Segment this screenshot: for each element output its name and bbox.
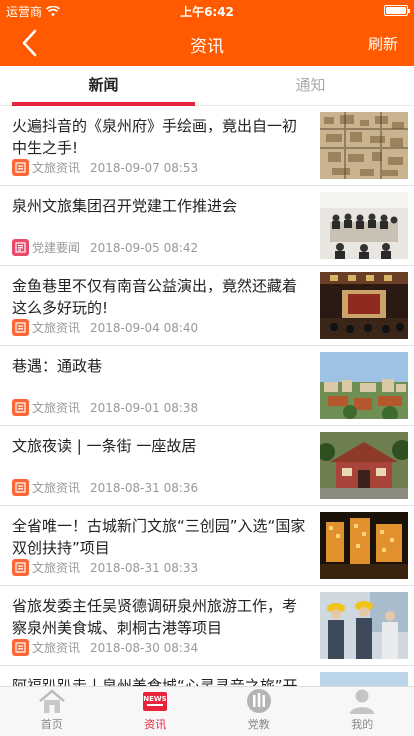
- news-title: 巷遇：通政巷: [12, 357, 103, 375]
- status-bar: 运营商 上午6:42: [0, 0, 414, 20]
- refresh-button[interactable]: 刷新: [368, 33, 398, 54]
- news-date: 2018-08-31 08:36: [90, 480, 199, 495]
- party-news-icon: [12, 239, 29, 256]
- news-category: 文旅资讯: [32, 561, 81, 575]
- news-thumbnail: [320, 672, 408, 686]
- news-date: 2018-09-04 08:40: [90, 320, 199, 335]
- news-item[interactable]: 火遍抖音的《泉州府》手绘画，竟出自一初中生之手! 文旅资讯 2018-09-07 0…: [0, 106, 414, 186]
- news-date: 2018-08-30 08:34: [90, 640, 199, 655]
- page-title: 资讯: [190, 37, 224, 57]
- news-title: 泉州文旅集团召开党建工作推进会: [12, 197, 238, 215]
- news-title: 文旅夜读 | 一条街 一座故居: [12, 437, 197, 455]
- news-thumbnail: [320, 512, 408, 579]
- news-item[interactable]: 巷遇：通政巷文旅资讯 2018-09-01 08:38: [0, 346, 414, 426]
- news-meta: 文旅资讯 2018-08-30 08:34: [12, 639, 198, 656]
- news-meta: 党建要闻 2018-09-05 08:42: [12, 239, 198, 256]
- news-category: 文旅资讯: [32, 641, 81, 655]
- news-meta: 文旅资讯 2018-09-04 08:40: [12, 319, 198, 336]
- news-title: 全省唯一！古城新门文旅“三创园”入选“国家双创扶持”项目: [12, 517, 306, 557]
- tab-notice[interactable]: 通知: [207, 66, 414, 105]
- news-date: 2018-09-05 08:42: [90, 240, 199, 255]
- content-tabs: 新闻 通知: [0, 66, 414, 106]
- news-title: 火遍抖音的《泉州府》手绘画，竟出自一初中生之手!: [12, 117, 298, 157]
- home-icon: [37, 687, 67, 715]
- bottom-tab-me[interactable]: 我的: [311, 687, 414, 736]
- bottom-tab-party[interactable]: 党教: [207, 687, 311, 736]
- bottom-tab-home[interactable]: 首页: [0, 687, 104, 736]
- culture-news-icon: [12, 559, 29, 576]
- svg-text:NEWS: NEWS: [144, 695, 167, 703]
- party-icon: [244, 687, 274, 715]
- tab-news[interactable]: 新闻: [0, 66, 207, 106]
- nav-bar: 资讯 刷新: [0, 20, 414, 66]
- culture-news-icon: [12, 639, 29, 656]
- news-item[interactable]: 省旅发委主任吴贤德调研泉州旅游工作，考察泉州美食城、刺桐古港等项目文旅资讯 201…: [0, 586, 414, 666]
- news-item[interactable]: 阿福趴趴走丨泉州美食城“心灵寻音之旅”开始报: [0, 666, 414, 686]
- news-icon: NEWS: [140, 687, 170, 715]
- news-category: 文旅资讯: [32, 321, 81, 335]
- bottom-tab-bar: 首页 NEWS 资讯 党教 我的: [0, 686, 414, 736]
- news-title: 金鱼巷里不仅有南音公益演出，竟然还藏着这么多好玩的!: [12, 277, 298, 317]
- battery-icon: [384, 5, 410, 16]
- news-meta: 文旅资讯 2018-09-01 08:38: [12, 399, 198, 416]
- news-date: 2018-08-31 08:33: [90, 560, 199, 575]
- news-thumbnail: [320, 192, 408, 259]
- news-thumbnail: [320, 432, 408, 499]
- news-item[interactable]: 全省唯一！古城新门文旅“三创园”入选“国家双创扶持”项目文旅资讯 2018-08-…: [0, 506, 414, 586]
- news-category: 文旅资讯: [32, 161, 81, 175]
- culture-news-icon: [12, 479, 29, 496]
- news-list: 火遍抖音的《泉州府》手绘画，竟出自一初中生之手! 文旅资讯 2018-09-07 0…: [0, 106, 414, 686]
- culture-news-icon: [12, 159, 29, 176]
- culture-news-icon: [12, 399, 29, 416]
- news-meta: 文旅资讯 2018-08-31 08:33: [12, 559, 198, 576]
- news-date: 2018-09-01 08:38: [90, 400, 199, 415]
- news-thumbnail: [320, 592, 408, 659]
- news-title: 省旅发委主任吴贤德调研泉州旅游工作，考察泉州美食城、刺桐古港等项目: [12, 597, 298, 637]
- news-title: 阿福趴趴走丨泉州美食城“心灵寻音之旅”开始报: [12, 677, 298, 686]
- news-category: 党建要闻: [32, 241, 81, 255]
- news-item[interactable]: 金鱼巷里不仅有南音公益演出，竟然还藏着这么多好玩的! 文旅资讯 2018-09-04…: [0, 266, 414, 346]
- news-thumbnail: [320, 352, 408, 419]
- news-meta: 文旅资讯 2018-08-31 08:36: [12, 479, 198, 496]
- news-category: 文旅资讯: [32, 401, 81, 415]
- user-icon: [347, 687, 377, 715]
- news-meta: 文旅资讯 2018-09-07 08:53: [12, 159, 198, 176]
- news-thumbnail: [320, 272, 408, 339]
- status-time: 上午6:42: [180, 5, 234, 19]
- bottom-tab-news[interactable]: NEWS 资讯: [104, 687, 208, 736]
- news-item[interactable]: 泉州文旅集团召开党建工作推进会党建要闻 2018-09-05 08:42: [0, 186, 414, 266]
- news-thumbnail: [320, 112, 408, 179]
- news-date: 2018-09-07 08:53: [90, 160, 199, 175]
- news-item[interactable]: 文旅夜读 | 一条街 一座故居文旅资讯 2018-08-31 08:36: [0, 426, 414, 506]
- culture-news-icon: [12, 319, 29, 336]
- news-category: 文旅资讯: [32, 481, 81, 495]
